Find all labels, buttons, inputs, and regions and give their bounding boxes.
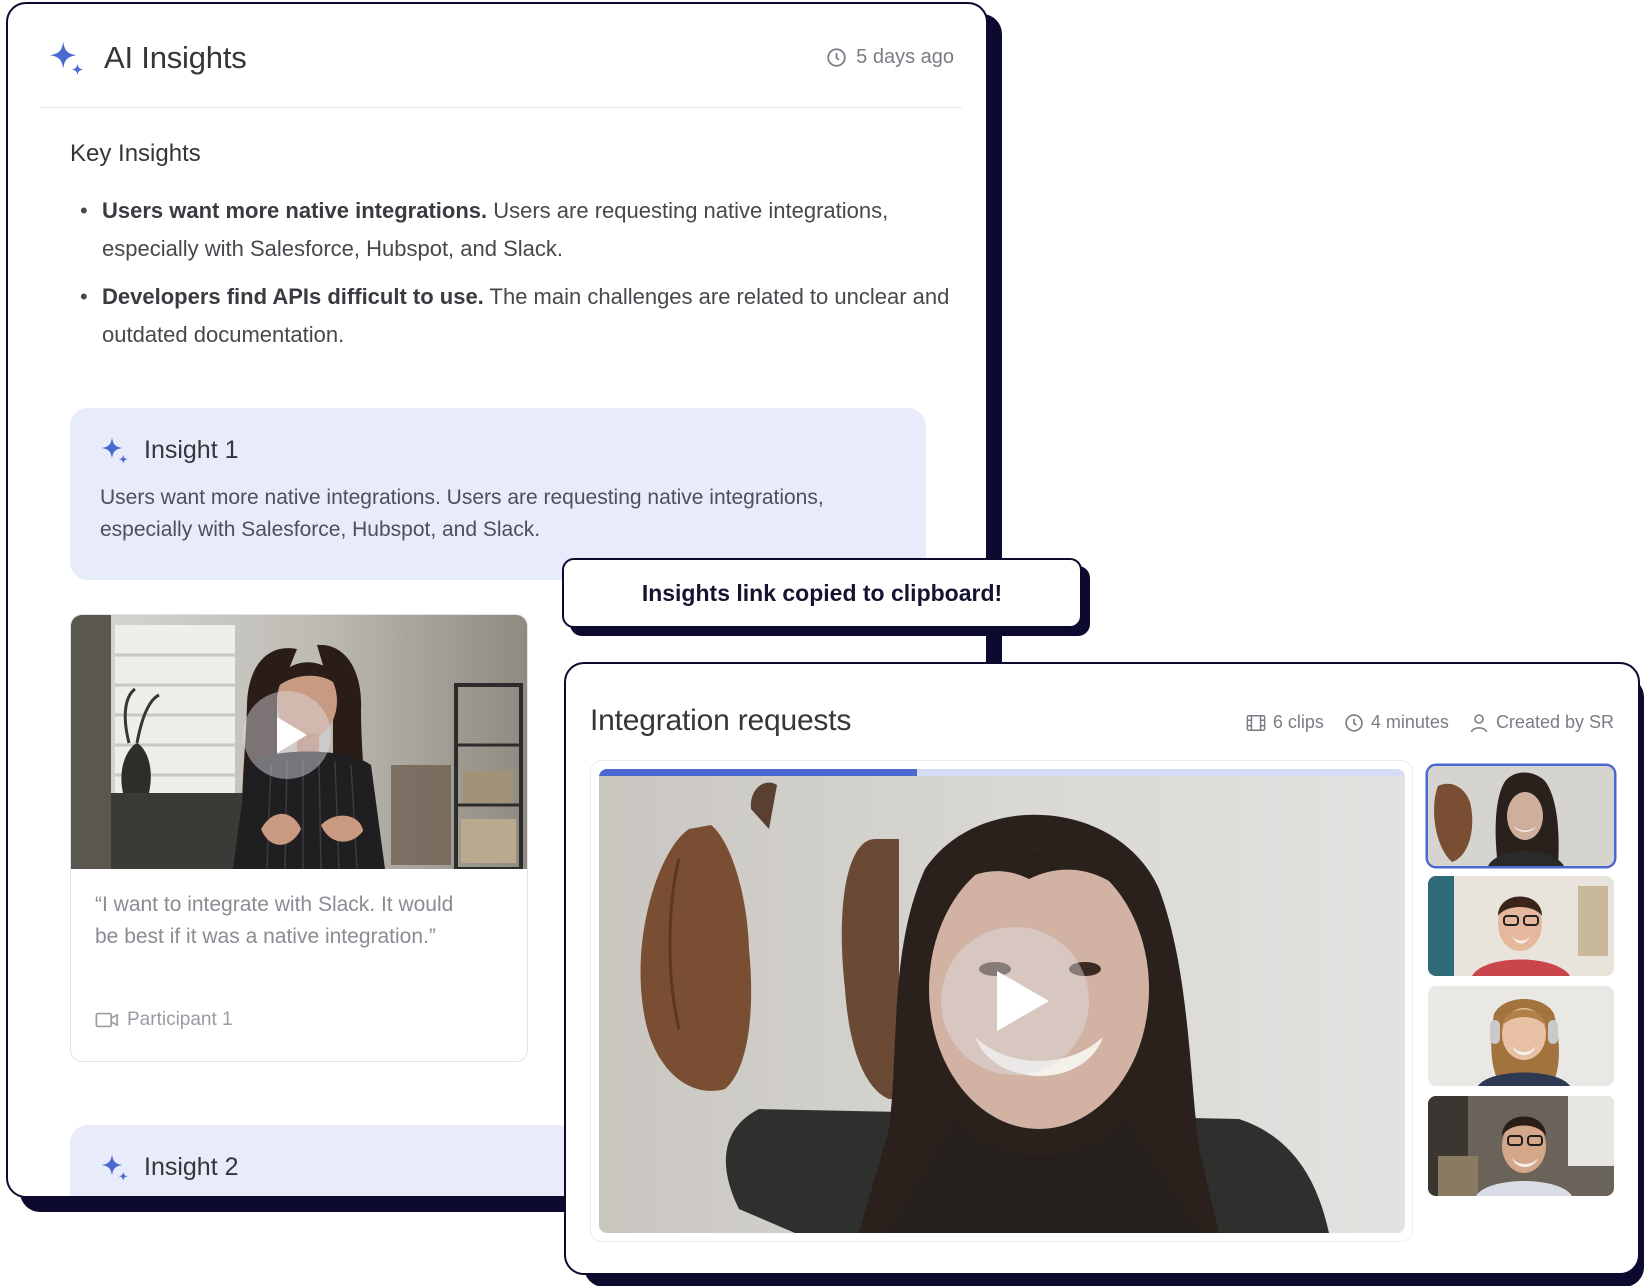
clips-count: 6 clips [1246,712,1324,733]
insight-2-title: Insight 2 [144,1153,239,1181]
participant-name: Participant 1 [127,1009,233,1030]
clipboard-toast: Insights link copied to clipboard! [562,558,1082,628]
reel-duration: 4 minutes [1344,712,1449,733]
panel-title: AI Insights [104,40,247,75]
reel-meta: 6 clips 4 minutes Created by SR [1246,712,1614,733]
playback-progress-fill [599,769,918,776]
clock-icon [1345,713,1363,732]
key-insights-heading: Key Insights [70,140,201,167]
clip-participant: Participant 1 [95,1009,233,1031]
insight-1-card[interactable]: Insight 1 Users want more native integra… [70,408,926,580]
playback-progress[interactable] [599,769,1405,776]
thumbnail-frame [1428,876,1614,976]
clips-count-text: 6 clips [1272,712,1324,732]
timestamp-text: 5 days ago [856,46,954,68]
person-icon [1470,713,1488,732]
video-clip-card[interactable]: “I want to integrate with Slack. It woul… [70,614,528,1062]
insight-1-title: Insight 1 [144,436,239,464]
video-player[interactable] [599,769,1405,1233]
highlight-reel-panel: Integration requests 6 clips 4 minutes C… [564,662,1640,1275]
creator-text: Created by SR [1495,712,1614,732]
key-insight-bold: Users want more native integrations. [102,198,488,223]
play-icon [997,971,1049,1031]
reel-title: Integration requests [590,704,852,737]
play-icon [277,717,307,753]
clip-thumbnail[interactable] [1428,1096,1614,1196]
clock-icon [827,48,846,67]
play-button[interactable] [941,927,1089,1075]
toast-connector [988,634,1000,664]
duration-text: 4 minutes [1370,712,1449,732]
sparkle-icon [49,41,84,76]
insights-header: AI Insights 5 days ago [40,34,962,108]
thumbnail-frame [1428,1096,1614,1196]
clip-thumbnail[interactable] [71,615,527,869]
clip-thumbnail[interactable] [1428,876,1614,976]
key-insights-list: Users want more native integrations. Use… [70,192,950,364]
key-insight-item: Users want more native integrations. Use… [70,192,950,268]
insight-1-body: Users want more native integrations. Use… [100,486,824,541]
play-button[interactable] [243,691,331,779]
film-icon [1246,714,1266,731]
sparkle-icon [101,437,128,464]
key-insight-item: Developers find APIs difficult to use. T… [70,278,950,354]
video-camera-icon [95,1012,118,1028]
clip-thumbnail[interactable] [1428,766,1614,866]
reel-creator: Created by SR [1469,712,1614,733]
thumbnail-frame [1428,766,1614,866]
clip-quote: “I want to integrate with Slack. It woul… [95,893,454,948]
panel-timestamp: 5 days ago [826,46,954,69]
video-player-frame [590,760,1413,1242]
key-insight-bold: Developers find APIs difficult to use. [102,284,484,309]
sparkle-icon [101,1154,128,1181]
thumbnail-frame [1428,986,1614,1086]
clip-thumbnail[interactable] [1428,986,1614,1086]
